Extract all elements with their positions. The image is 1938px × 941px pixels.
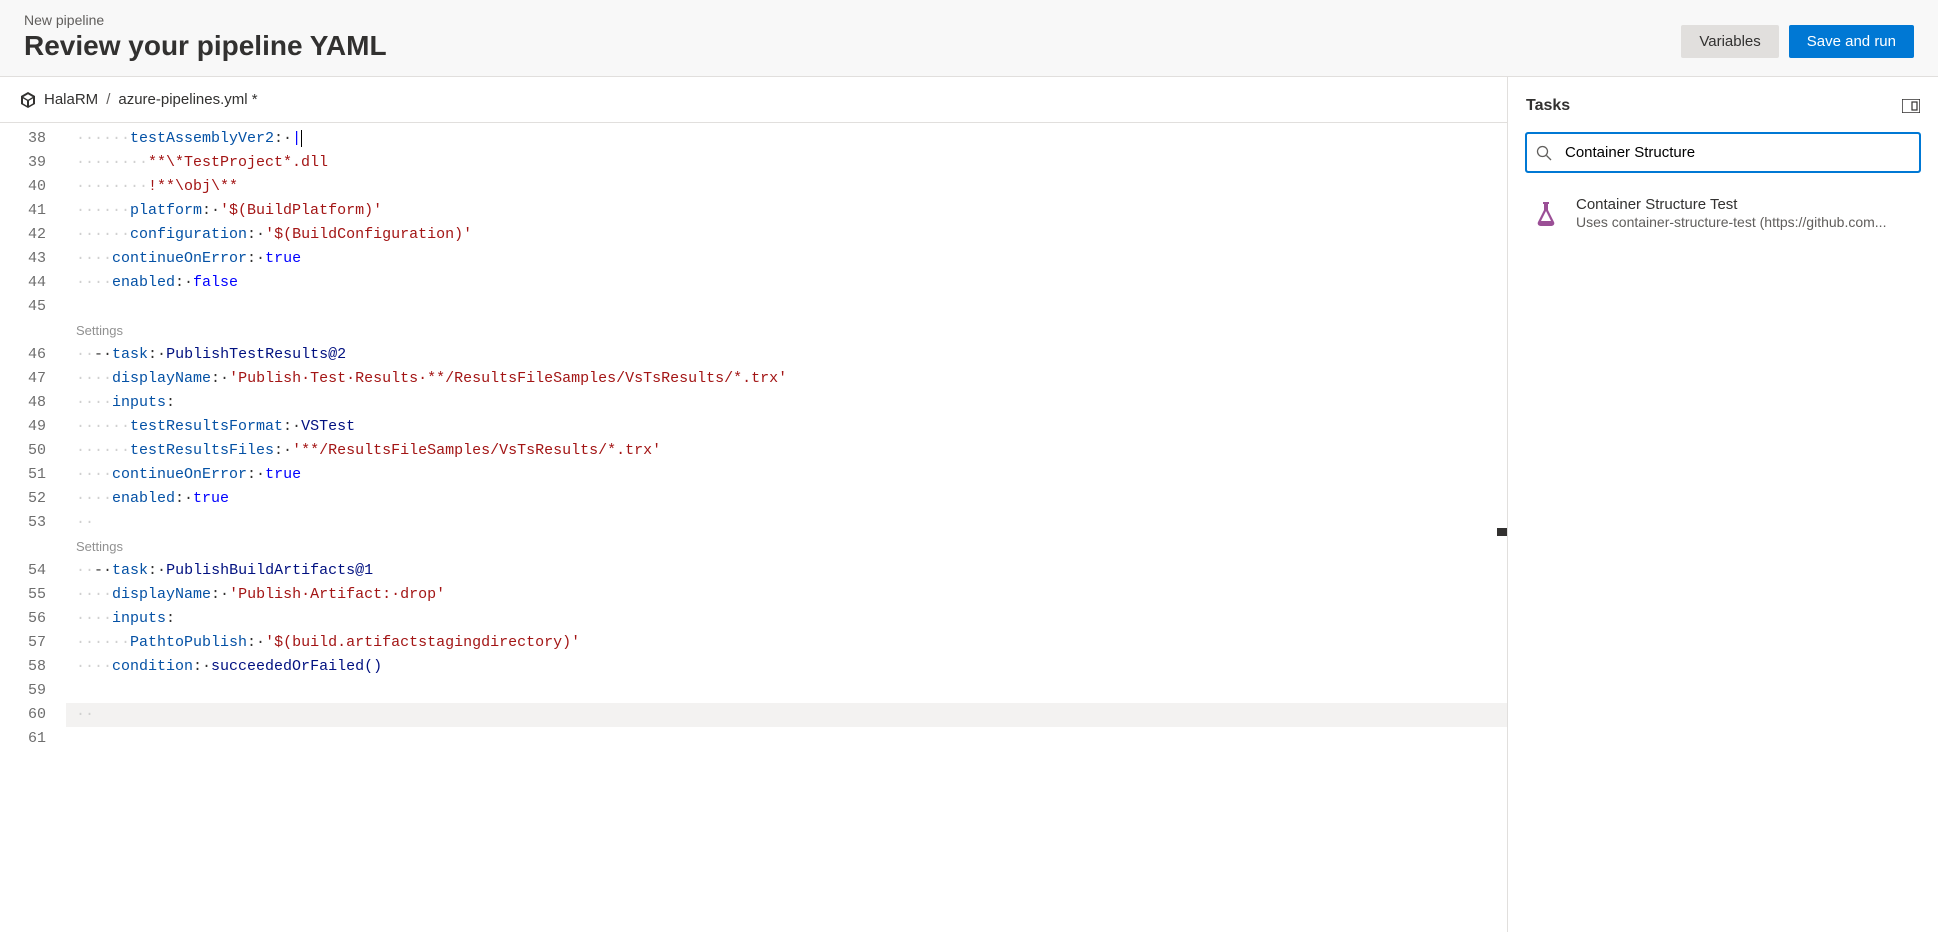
codelens-settings[interactable]: Settings — [66, 319, 1507, 343]
breadcrumb: HalaRM / azure-pipelines.yml * — [0, 77, 1507, 123]
task-results: Container Structure Test Uses container-… — [1526, 190, 1920, 236]
tasks-header: Tasks — [1526, 97, 1920, 115]
code-line[interactable]: ······testResultsFormat:·VSTest — [66, 415, 1507, 439]
code-line[interactable]: ····inputs: — [66, 607, 1507, 631]
breadcrumb-file: azure-pipelines.yml * — [118, 91, 257, 108]
header-actions: Variables Save and run — [1681, 25, 1914, 58]
header-left: New pipeline Review your pipeline YAML — [24, 12, 387, 62]
tasks-title: Tasks — [1526, 97, 1570, 115]
code-line[interactable] — [66, 295, 1507, 319]
editor-pane: HalaRM / azure-pipelines.yml * 383940414… — [0, 77, 1508, 932]
code-line[interactable]: ··-·task:·PublishBuildArtifacts@1 — [66, 559, 1507, 583]
code-line[interactable]: ····displayName:·'Publish·Artifact:·drop… — [66, 583, 1507, 607]
code-line[interactable]: ······testAssemblyVer2:·| — [66, 127, 1507, 151]
code-line[interactable]: ······platform:·'$(BuildPlatform)' — [66, 199, 1507, 223]
task-search-wrap — [1526, 133, 1920, 172]
breadcrumb-separator: / — [106, 91, 110, 108]
code-line[interactable] — [66, 727, 1507, 751]
pane-resizer[interactable] — [1497, 528, 1507, 536]
content-area: HalaRM / azure-pipelines.yml * 383940414… — [0, 77, 1938, 932]
code-editor[interactable]: 3839404142434445464748495051525354555657… — [0, 123, 1507, 932]
code-line[interactable] — [66, 679, 1507, 703]
task-search-input[interactable] — [1526, 133, 1920, 172]
code-line[interactable]: ········**\*TestProject*.dll — [66, 151, 1507, 175]
code-body[interactable]: ······testAssemblyVer2:·| ········**\*Te… — [66, 127, 1507, 932]
code-line[interactable]: ··-·task:·PublishTestResults@2 — [66, 343, 1507, 367]
code-line[interactable]: ····inputs: — [66, 391, 1507, 415]
code-line[interactable]: ····condition:·succeededOrFailed() — [66, 655, 1507, 679]
code-line[interactable]: ·· — [66, 511, 1507, 535]
task-result-name: Container Structure Test — [1576, 196, 1886, 213]
variables-button[interactable]: Variables — [1681, 25, 1778, 58]
save-and-run-button[interactable]: Save and run — [1789, 25, 1914, 58]
line-numbers: 3839404142434445464748495051525354555657… — [0, 127, 66, 932]
header-subtitle: New pipeline — [24, 12, 387, 28]
fullscreen-icon[interactable] — [1902, 99, 1920, 113]
code-line[interactable]: ····enabled:·true — [66, 487, 1507, 511]
search-icon — [1536, 145, 1552, 161]
tasks-pane: Tasks Container Structure Test Uses cont… — [1508, 77, 1938, 932]
code-line[interactable]: ······testResultsFiles:·'**/ResultsFileS… — [66, 439, 1507, 463]
task-result-item[interactable]: Container Structure Test Uses container-… — [1526, 190, 1920, 236]
code-line[interactable]: ········!**\obj\** — [66, 175, 1507, 199]
code-line[interactable]: ····continueOnError:·true — [66, 463, 1507, 487]
page-title: Review your pipeline YAML — [24, 30, 387, 62]
breadcrumb-repo[interactable]: HalaRM — [44, 91, 98, 108]
code-line[interactable]: ····continueOnError:·true — [66, 247, 1507, 271]
page-header: New pipeline Review your pipeline YAML V… — [0, 0, 1938, 77]
codelens-settings[interactable]: Settings — [66, 535, 1507, 559]
code-line[interactable]: ·· — [66, 703, 1507, 727]
task-result-desc: Uses container-structure-test (https://g… — [1576, 214, 1886, 230]
flask-icon — [1530, 198, 1562, 230]
repo-icon — [20, 92, 36, 108]
code-line[interactable]: ······PathtoPublish:·'$(build.artifactst… — [66, 631, 1507, 655]
code-line[interactable]: ····enabled:·false — [66, 271, 1507, 295]
code-line[interactable]: ····displayName:·'Publish·Test·Results·*… — [66, 367, 1507, 391]
code-line[interactable]: ······configuration:·'$(BuildConfigurati… — [66, 223, 1507, 247]
